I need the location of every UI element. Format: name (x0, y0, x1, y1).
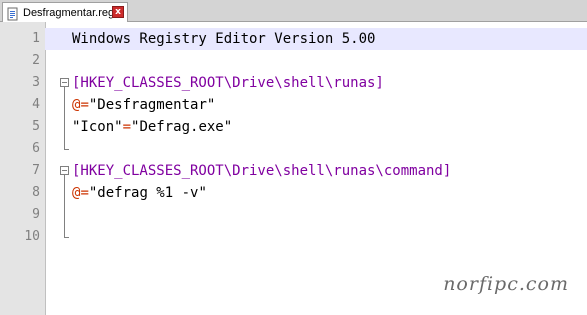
code-token-op: = (80, 185, 89, 201)
code-line[interactable]: 1 Windows Registry Editor Version 5.00 (0, 28, 587, 50)
code-token-key: [HKEY_CLASSES_ROOT\Drive\shell\runas] (72, 75, 384, 91)
line-number: 3 (32, 75, 40, 90)
line-number: 6 (32, 141, 40, 156)
fold-guide-line (64, 87, 65, 149)
tab-bar: Desfragmentar.reg x (0, 0, 587, 22)
code-line[interactable]: 10 (0, 226, 587, 248)
code-line[interactable]: 4 @="Desfragmentar" (0, 94, 587, 116)
document-icon (6, 6, 20, 20)
line-number: 4 (32, 97, 40, 112)
code-text: "Icon"="Defrag.exe" (72, 116, 232, 138)
code-token-op: = (80, 97, 89, 113)
line-number: 2 (32, 53, 40, 68)
line-number: 8 (32, 185, 40, 200)
fold-end-marker (64, 237, 69, 238)
line-number: 1 (32, 31, 40, 46)
code-text: Windows Registry Editor Version 5.00 (72, 28, 375, 50)
code-line[interactable]: 7 [HKEY_CLASSES_ROOT\Drive\shell\runas\co… (0, 160, 587, 182)
code-token-str: "Defrag.exe" (131, 119, 233, 135)
code-line[interactable]: 5 "Icon"="Defrag.exe" (0, 116, 587, 138)
code-text: @="Desfragmentar" (72, 94, 215, 116)
fold-guide-line (64, 175, 65, 237)
line-number: 7 (32, 163, 40, 178)
code-line[interactable]: 3 [HKEY_CLASSES_ROOT\Drive\shell\runas] (0, 72, 587, 94)
code-token-str: "Desfragmentar" (88, 97, 216, 113)
fold-end-marker (64, 149, 69, 150)
tab-filename: Desfragmentar.reg (23, 6, 115, 19)
code-token-op: = (122, 119, 132, 135)
code-text: @="defrag %1 -v" (72, 182, 207, 204)
line-number: 5 (32, 119, 40, 134)
code-token-key: [HKEY_CLASSES_ROOT\Drive\shell\runas\com… (72, 163, 452, 179)
code-line[interactable]: 6 (0, 138, 587, 160)
code-token-plain: Windows Registry Editor Version 5.00 (72, 31, 376, 47)
code-token-str: "defrag %1 -v" (88, 185, 207, 201)
code-text: [HKEY_CLASSES_ROOT\Drive\shell\runas\com… (72, 160, 451, 182)
watermark: norfipc.com (443, 273, 569, 295)
fold-toggle-icon[interactable] (60, 166, 69, 175)
close-icon[interactable]: x (112, 6, 124, 18)
code-line[interactable]: 8 @="defrag %1 -v" (0, 182, 587, 204)
line-number: 10 (24, 229, 40, 244)
code-text: [HKEY_CLASSES_ROOT\Drive\shell\runas] (72, 72, 384, 94)
code-token-str: "Icon" (72, 119, 123, 135)
code-line[interactable]: 9 (0, 204, 587, 226)
code-line[interactable]: 2 (0, 50, 587, 72)
line-number: 9 (32, 207, 40, 222)
tab-desfragmentar-reg[interactable]: Desfragmentar.reg x (2, 2, 128, 22)
editor[interactable]: 1 Windows Registry Editor Version 5.00 2 3 [… (0, 22, 587, 315)
fold-toggle-icon[interactable] (60, 78, 69, 87)
